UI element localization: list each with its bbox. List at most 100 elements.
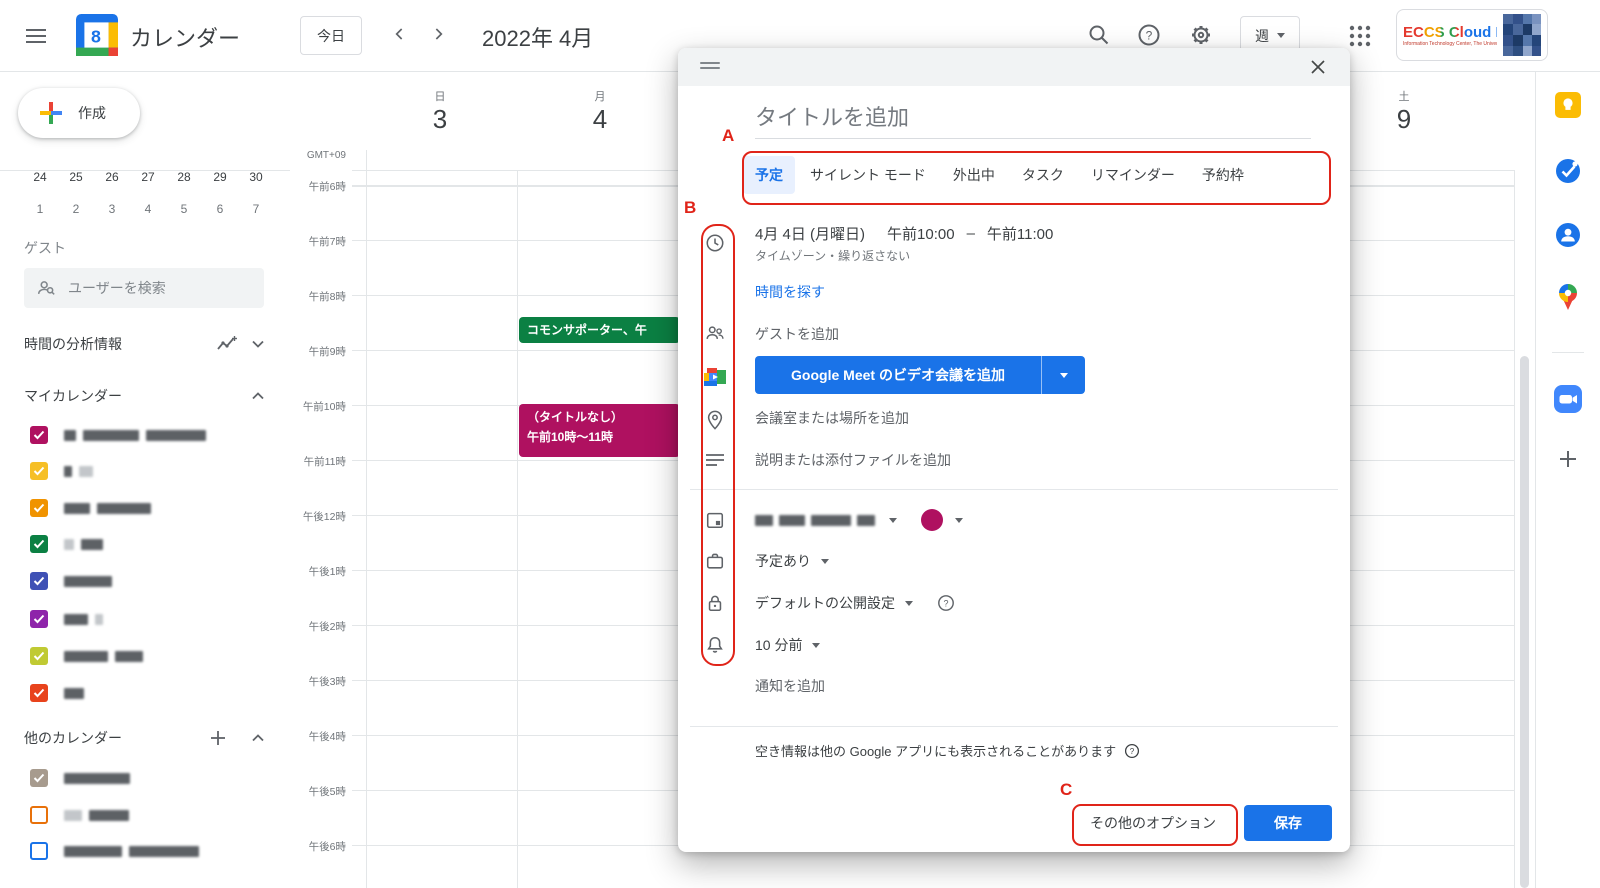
timezone-recurrence-label[interactable]: タイムゾーン・繰り返さない [755, 247, 910, 264]
calendar-checkbox[interactable] [30, 572, 48, 590]
event-block[interactable]: （タイトルなし） 午前10時〜11時 [519, 404, 680, 457]
grid-line [1514, 170, 1515, 888]
add-notification-button[interactable]: 通知を追加 [755, 676, 825, 696]
calendar-list-item[interactable] [30, 462, 93, 480]
meet-options-dropdown[interactable] [1042, 356, 1085, 394]
mini-cal-day[interactable]: 6 [208, 202, 232, 216]
calendar-list-item[interactable] [30, 610, 103, 628]
mini-cal-day[interactable]: 1 [28, 202, 52, 216]
help-icon[interactable]: ? [1124, 743, 1140, 759]
help-icon[interactable]: ? [937, 594, 955, 612]
find-time-link[interactable]: 時間を探す [755, 282, 825, 302]
add-description-field[interactable]: 説明または添付ファイルを追加 [755, 450, 951, 470]
more-options-button[interactable]: その他のオプション [1074, 813, 1232, 833]
today-button[interactable]: 今日 [300, 16, 362, 55]
tab-focus-time[interactable]: サイレント モード [798, 156, 938, 194]
calendar-checkbox[interactable] [30, 769, 48, 787]
visibility-dropdown[interactable]: デフォルトの公開設定 ? [755, 592, 955, 614]
calendar-checkbox[interactable] [30, 842, 48, 860]
add-calendar-icon[interactable] [210, 730, 226, 746]
settings-gear-icon[interactable] [1188, 22, 1214, 48]
mini-cal-day[interactable]: 28 [172, 170, 196, 184]
other-calendars-section-header[interactable]: 他のカレンダー [24, 726, 264, 750]
insights-section[interactable]: 時間の分析情報 [24, 332, 264, 356]
mini-cal-day[interactable]: 30 [244, 170, 268, 184]
add-location-field[interactable]: 会議室または場所を追加 [755, 408, 909, 428]
mini-cal-day[interactable]: 3 [100, 202, 124, 216]
annotation-label-a: A [722, 126, 734, 146]
calendar-checkbox[interactable] [30, 535, 48, 553]
tab-task[interactable]: タスク [1010, 156, 1076, 194]
search-icon[interactable] [1086, 22, 1112, 48]
save-button[interactable]: 保存 [1244, 805, 1332, 841]
calendar-list-item[interactable] [30, 535, 103, 553]
my-calendars-section-header[interactable]: マイカレンダー [24, 384, 264, 408]
calendar-list-item[interactable] [30, 647, 143, 665]
day-number[interactable]: 4 [570, 104, 630, 135]
add-guests-field[interactable]: ゲストを追加 [755, 324, 839, 344]
next-arrow-icon[interactable] [426, 22, 450, 46]
close-icon[interactable] [1306, 55, 1330, 79]
calendar-list-item[interactable] [30, 499, 151, 517]
mini-cal-day[interactable]: 4 [136, 202, 160, 216]
guests-section-title: ゲスト [24, 238, 66, 258]
contacts-icon[interactable] [1555, 222, 1581, 248]
tab-appointment-slots[interactable]: 予約枠 [1190, 156, 1256, 194]
hamburger-menu-icon[interactable] [24, 24, 48, 48]
day-of-week-label: 土 [1374, 88, 1434, 104]
calendar-checkbox[interactable] [30, 462, 48, 480]
end-time[interactable]: 午前11:00 [987, 223, 1053, 244]
calendar-selector-row[interactable] [755, 509, 963, 531]
mini-cal-day[interactable]: 7 [244, 202, 268, 216]
calendar-checkbox[interactable] [30, 684, 48, 702]
day-number[interactable]: 9 [1374, 104, 1434, 135]
keep-icon[interactable] [1555, 92, 1581, 118]
maps-icon[interactable] [1556, 282, 1580, 312]
prev-arrow-icon[interactable] [388, 22, 412, 46]
mini-cal-day[interactable]: 27 [136, 170, 160, 184]
account-badge[interactable]: ECCS Cloud Mail Information Technology C… [1396, 9, 1548, 61]
calendar-list-item[interactable] [30, 684, 84, 702]
zoom-icon[interactable] [1554, 385, 1582, 413]
calendar-checkbox[interactable] [30, 610, 48, 628]
tab-event[interactable]: 予定 [743, 156, 795, 194]
user-search-input[interactable]: ユーザーを検索 [24, 268, 264, 308]
mini-cal-day[interactable]: 25 [64, 170, 88, 184]
reminder-dropdown[interactable]: 10 分前 [755, 634, 820, 656]
event-title-input[interactable]: タイトルを追加 [755, 100, 909, 132]
calendar-checkbox[interactable] [30, 647, 48, 665]
calendar-list-item[interactable] [30, 842, 199, 860]
chevron-down-icon[interactable] [252, 340, 264, 348]
vertical-scrollbar[interactable] [1520, 356, 1529, 888]
meet-button[interactable]: Google Meet のビデオ会議を追加 [755, 356, 1085, 394]
start-time[interactable]: 午前10:00 [887, 223, 955, 244]
calendar-checkbox[interactable] [30, 499, 48, 517]
mini-cal-day[interactable]: 29 [208, 170, 232, 184]
day-number[interactable]: 3 [410, 104, 470, 135]
datetime-row[interactable]: 4月 4日 (月曜日) 午前10:00 – 午前11:00 [755, 223, 1053, 244]
tasks-icon[interactable] [1555, 158, 1581, 184]
calendar-checkbox[interactable] [30, 426, 48, 444]
mini-cal-day[interactable]: 24 [28, 170, 52, 184]
apps-grid-icon[interactable] [1348, 24, 1372, 48]
calendar-checkbox[interactable] [30, 806, 48, 824]
mini-cal-day[interactable]: 2 [64, 202, 88, 216]
calendar-color-dot[interactable] [921, 509, 943, 531]
chevron-up-icon[interactable] [252, 734, 264, 742]
calendar-list-item[interactable] [30, 769, 130, 787]
calendar-list-item[interactable] [30, 426, 206, 444]
tab-out-of-office[interactable]: 外出中 [941, 156, 1007, 194]
help-icon[interactable]: ? [1136, 22, 1162, 48]
tab-reminder[interactable]: リマインダー [1079, 156, 1187, 194]
busy-status-dropdown[interactable]: 予定あり [755, 550, 829, 572]
event-block[interactable]: コモンサポーター、午 [519, 317, 680, 343]
create-button[interactable]: 作成 [18, 88, 140, 138]
dialog-drag-bar[interactable] [678, 48, 1350, 86]
calendar-list-item[interactable] [30, 806, 129, 824]
mini-cal-day[interactable]: 5 [172, 202, 196, 216]
calendar-list-item[interactable] [30, 572, 112, 590]
chevron-up-icon[interactable] [252, 392, 264, 400]
mini-cal-day[interactable]: 26 [100, 170, 124, 184]
get-addons-icon[interactable] [1557, 448, 1579, 470]
date-label[interactable]: 4月 4日 (月曜日) [755, 223, 865, 244]
